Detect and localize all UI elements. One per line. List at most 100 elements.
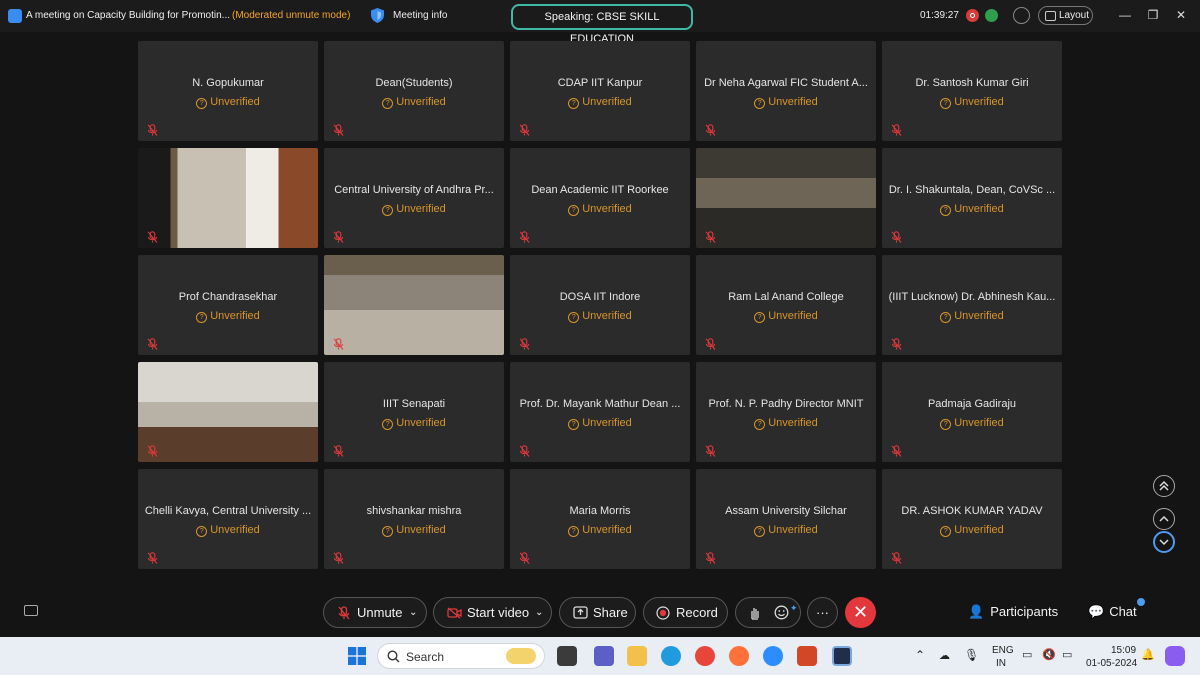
record-button[interactable]: Record — [643, 597, 728, 628]
participant-tile[interactable]: Chelli Kavya, Central University ...? Unv… — [138, 469, 318, 569]
tray-chevron-up-icon[interactable]: ⌃ — [915, 648, 925, 662]
participant-tile[interactable]: Prof. N. P. Padhy Director MNIT ? Unverifi… — [696, 362, 876, 462]
share-button[interactable]: Share — [559, 597, 636, 628]
volume-muted-icon[interactable]: 🔇 — [1042, 648, 1056, 661]
unverified-icon: ? — [754, 419, 766, 430]
participants-button[interactable]: 👤 Participants — [968, 604, 1058, 620]
task-view-icon[interactable] — [557, 646, 577, 666]
powerpoint-icon[interactable] — [797, 646, 817, 666]
language-secondary[interactable]: IN — [996, 658, 1006, 669]
chrome-icon[interactable] — [695, 646, 715, 666]
restore-icon[interactable]: ❐ — [1146, 8, 1160, 22]
unmute-button[interactable]: Unmute ⌄ — [323, 597, 427, 628]
file-explorer-icon[interactable] — [627, 646, 647, 666]
clock-time[interactable]: 15:09 — [1111, 645, 1136, 656]
scroll-top-button[interactable] — [1153, 475, 1175, 497]
participant-tile[interactable]: CDAP IIT Kanpur? Unverified — [510, 41, 690, 141]
participant-tile[interactable]: Dr. I. Shakuntala, Dean, CoVSc ...? Unver… — [882, 148, 1062, 248]
scroll-up-button[interactable] — [1153, 508, 1175, 530]
participant-tile[interactable]: Padmaja Gadiraju? Unverified — [882, 362, 1062, 462]
participant-tile[interactable]: N. Gopukumar? Unverified — [138, 41, 318, 141]
participant-tile[interactable]: DOSA IIT Indore? Unverified — [510, 255, 690, 355]
participant-tile[interactable]: Dean(Students)? Unverified — [324, 41, 504, 141]
unverified-label: Unverified — [582, 524, 632, 536]
unverified-icon: ? — [940, 312, 952, 323]
participant-video-tile[interactable] — [138, 148, 318, 248]
more-options-button[interactable]: ··· — [807, 597, 838, 628]
display-icon[interactable]: ▭ — [1022, 648, 1032, 661]
chevron-down-icon[interactable]: ⌄ — [409, 598, 417, 627]
layout-label: Layout — [1059, 10, 1090, 21]
participant-tile[interactable]: DR. ASHOK KUMAR YADAV? Unverified — [882, 469, 1062, 569]
mic-muted-icon — [147, 552, 158, 564]
participant-tile[interactable]: Dr Neha Agarwal FIC Student A...? Unverif… — [696, 41, 876, 141]
participant-tile[interactable]: IIIT Senapati? Unverified — [324, 362, 504, 462]
unverified-status: ? Unverified — [510, 310, 690, 323]
chevron-down-icon[interactable]: ⌄ — [535, 598, 543, 627]
battery-icon[interactable]: ▭ — [1062, 648, 1072, 661]
clock-date[interactable]: 01-05-2024 — [1086, 658, 1137, 669]
participant-tile[interactable]: Maria Morris? Unverified — [510, 469, 690, 569]
participant-video-tile[interactable] — [696, 148, 876, 248]
video-off-icon — [447, 607, 462, 619]
unverified-status: ? Unverified — [696, 310, 876, 323]
reactions-button[interactable]: ✦ — [735, 597, 801, 628]
unverified-status: ? Unverified — [510, 96, 690, 109]
participant-tile[interactable]: Assam University Silchar? Unverified — [696, 469, 876, 569]
end-call-button[interactable]: ✕ — [845, 597, 876, 628]
zoom-app-icon[interactable] — [763, 646, 783, 666]
chat-button[interactable]: 💬 Chat — [1088, 604, 1137, 620]
mic-muted-icon — [705, 338, 716, 350]
edge-icon[interactable] — [661, 646, 681, 666]
minimize-icon[interactable]: — — [1118, 8, 1132, 22]
mic-tray-icon[interactable]: 🎙 — [964, 648, 979, 662]
participant-tile[interactable]: Ram Lal Anand College? Unverified — [696, 255, 876, 355]
closed-caption-icon[interactable] — [24, 605, 38, 616]
participant-name: shivshankar mishra — [366, 505, 462, 517]
participant-name: Dr Neha Agarwal FIC Student A... — [704, 77, 868, 89]
participant-tile[interactable]: Central University of Andhra Pr...? Unver… — [324, 148, 504, 248]
audio-indicator-icon — [985, 9, 998, 22]
scroll-down-button[interactable] — [1153, 531, 1175, 553]
start-video-button[interactable]: Start video ⌄ — [433, 597, 552, 628]
unverified-icon: ? — [196, 312, 208, 323]
participant-tile[interactable]: Dean Academic IIT Roorkee? Unverified — [510, 148, 690, 248]
unverified-label: Unverified — [582, 96, 632, 108]
participant-tile[interactable]: Prof. Dr. Mayank Mathur Dean ...? Unverif… — [510, 362, 690, 462]
unverified-status: ? Unverified — [696, 524, 876, 537]
unverified-label: Unverified — [210, 310, 260, 322]
participant-tile[interactable]: (IIIT Lucknow) Dr. Abhinesh Kau...? Unver… — [882, 255, 1062, 355]
participant-name: Prof. N. P. Padhy Director MNIT — [708, 398, 864, 410]
network-status-icon[interactable]: ☁ — [939, 649, 950, 662]
shield-icon[interactable] — [371, 8, 384, 23]
teams-icon[interactable] — [594, 646, 614, 666]
participant-tile[interactable]: shivshankar mishra? Unverified — [324, 469, 504, 569]
unverified-icon: ? — [940, 98, 952, 109]
participant-name: N. Gopukumar — [192, 77, 264, 89]
unverified-status: ? Unverified — [882, 417, 1062, 430]
unverified-status: ? Unverified — [882, 96, 1062, 109]
firefox-icon[interactable] — [729, 646, 749, 666]
participant-video-tile[interactable] — [138, 362, 318, 462]
zoom-icon[interactable] — [1013, 7, 1030, 24]
copilot-icon[interactable] — [1165, 646, 1185, 666]
participant-name: Prof Chandrasekhar — [178, 291, 278, 303]
participant-tile[interactable]: Dr. Santosh Kumar Giri? Unverified — [882, 41, 1062, 141]
notification-bell-icon[interactable]: 🔔 — [1141, 648, 1155, 661]
close-icon[interactable]: ✕ — [1174, 8, 1188, 22]
participants-label: Participants — [990, 604, 1059, 619]
taskbar-search[interactable]: Search — [377, 643, 545, 669]
unverified-status: ? Unverified — [696, 417, 876, 430]
meeting-info-button[interactable]: Meeting info — [393, 10, 447, 21]
participant-video-tile[interactable] — [324, 255, 504, 355]
participant-tile[interactable]: Prof Chandrasekhar? Unverified — [138, 255, 318, 355]
mic-muted-icon — [705, 445, 716, 457]
participant-name: Prof. Dr. Mayank Mathur Dean ... — [519, 398, 681, 410]
windows-start-icon[interactable] — [348, 647, 366, 665]
mic-muted-icon — [147, 445, 158, 457]
mic-muted-icon — [891, 552, 902, 564]
webex-app-icon[interactable] — [832, 646, 852, 666]
unverified-status: ? Unverified — [510, 203, 690, 216]
language-primary[interactable]: ENG — [992, 645, 1014, 656]
layout-button[interactable]: Layout — [1038, 6, 1093, 25]
